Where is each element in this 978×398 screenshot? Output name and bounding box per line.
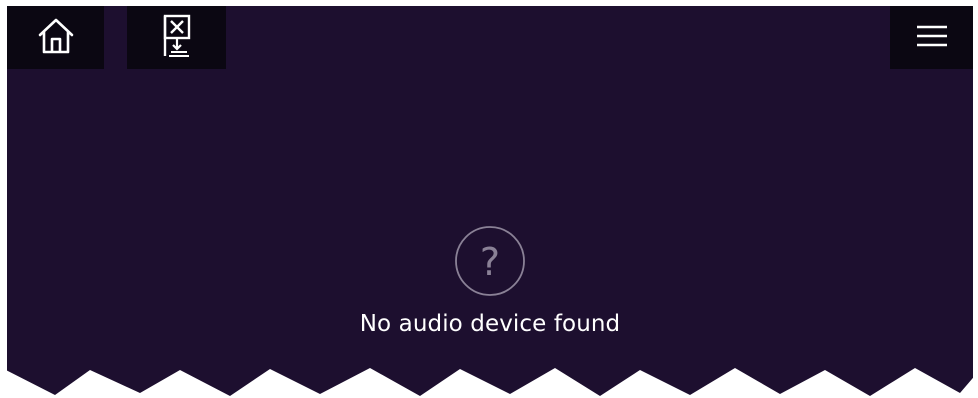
app-window: ? No audio device found: [0, 0, 978, 398]
main-menu-button[interactable]: [890, 6, 973, 69]
no-chart-flag-icon: [152, 12, 202, 64]
question-circle-icon: ?: [454, 225, 526, 297]
audio-screen: ? No audio device found: [7, 6, 973, 398]
hamburger-menu-icon: [915, 22, 949, 54]
question-glyph: ?: [480, 240, 500, 284]
empty-state: ? No audio device found: [7, 225, 973, 337]
no-chart-button[interactable]: [127, 6, 226, 69]
home-icon: [34, 14, 78, 62]
home-button[interactable]: [7, 6, 104, 69]
status-message: No audio device found: [359, 311, 621, 337]
